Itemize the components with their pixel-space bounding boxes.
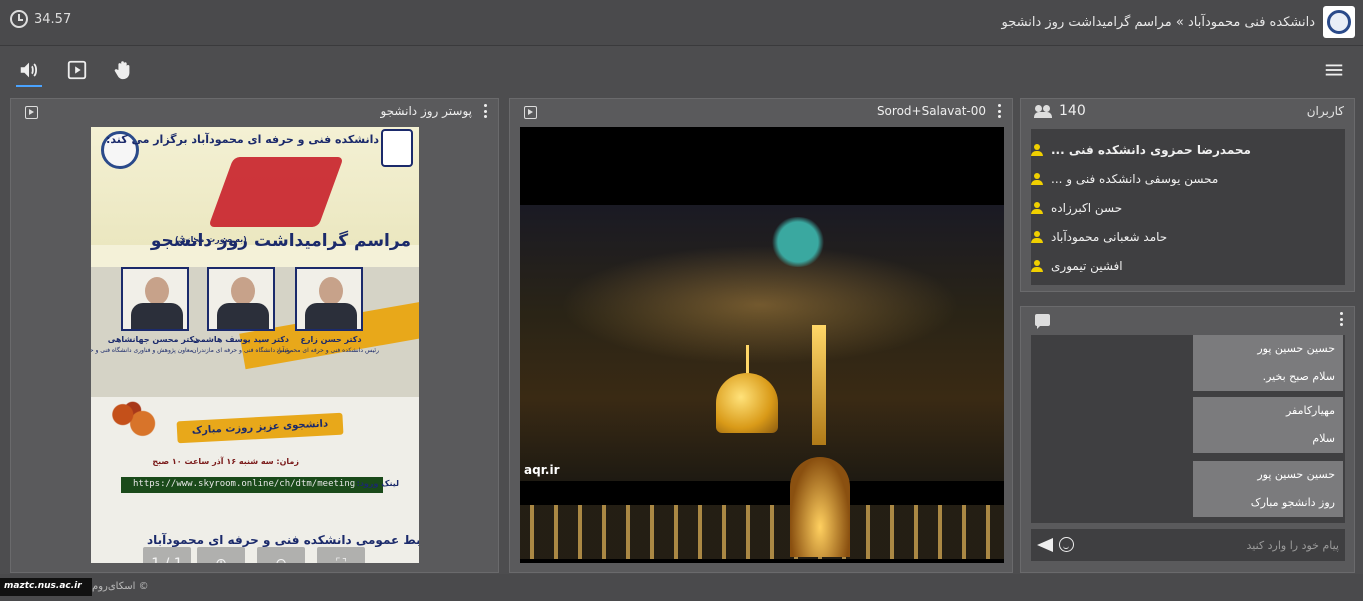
list-item[interactable]: حسن اکبرزاده: [1031, 193, 1345, 222]
poster-panel-header: پوستر روز دانشجو: [11, 99, 498, 125]
message-sender: حسین حسین پور: [1257, 468, 1335, 481]
message-text: سلام صبح بخیر.: [1262, 370, 1335, 383]
poster-event-title: مراسم گرامیداشت روز دانشجو: [150, 231, 411, 251]
more-options-icon[interactable]: [996, 104, 1002, 118]
video-panel: Sorod+Salavat-00 aqr.ir: [509, 98, 1013, 573]
menu-icon[interactable]: [1323, 59, 1345, 81]
user-icon: [1031, 201, 1043, 214]
user-name: افشین تیموری: [1051, 258, 1123, 273]
more-options-icon[interactable]: [482, 104, 488, 118]
users-panel: 140 کاربران محمدرضا حمزوی دانشکده فنی ..…: [1020, 98, 1355, 292]
speaker-role: معاون پژوهش و فناوری دانشگاه فنی و حرفه …: [91, 347, 193, 354]
speaker-name: دکتر حسن زارع: [300, 335, 362, 344]
user-icon: [1031, 230, 1043, 243]
clock-icon: [10, 10, 28, 28]
footer-text: اسکای‌روم ©: [92, 581, 149, 592]
room-title: دانشکده فنی محمودآباد » مراسم گرامیداشت …: [1001, 14, 1315, 30]
message-text: سلام: [1312, 432, 1335, 445]
poster-time: زمان: سه شنبه ۱۶ آذر ساعت ۱۰ صبح: [152, 457, 299, 466]
timer-value: 34.57: [34, 11, 72, 27]
zoom-out-button[interactable]: ⊖: [257, 547, 305, 563]
poster-panel-title: پوستر روز دانشجو: [380, 104, 472, 118]
bottom-bar: maztc.nus.ac.ir اسکای‌روم ©: [0, 574, 1363, 601]
video-panel-title: Sorod+Salavat-00: [876, 104, 986, 118]
speaker-photo: [207, 267, 275, 331]
autumn-leaves-graphic: [103, 397, 169, 441]
user-name: حامد شعبانی محمودآباد: [1051, 229, 1168, 244]
speaker-name: دکتر سید یوسف هاشمی: [192, 335, 289, 344]
speaker-icon[interactable]: [18, 59, 40, 81]
university-logo: [1323, 6, 1355, 38]
list-item[interactable]: محمدرضا حمزوی دانشکده فنی ...: [1031, 135, 1345, 164]
poster-footer: روابط عمومی دانشکده فنی و حرفه ای محمودآ…: [147, 533, 419, 547]
video-panel-header: Sorod+Salavat-00: [510, 99, 1012, 125]
play-icon[interactable]: [66, 59, 88, 81]
message-sender: مهیارکامفر: [1285, 404, 1335, 417]
speaker-active-indicator: [16, 85, 42, 87]
chat-messages: حسین حسین پور سلام صبح بخیر. مهیارکامفر …: [1031, 335, 1345, 523]
poster-panel: پوستر روز دانشجو دانشکده فنی و حرفه ای م…: [10, 98, 499, 573]
user-name: حسن اکبرزاده: [1051, 200, 1123, 215]
list-item[interactable]: افشین تیموری: [1031, 251, 1345, 280]
poster-image: دانشکده فنی و حرفه ای محمودآباد برگزار م…: [91, 127, 419, 563]
speaker-photo: [295, 267, 363, 331]
site-brand: maztc.nus.ac.ir: [0, 578, 92, 596]
users-count-value: 140: [1059, 103, 1086, 119]
speaker-role: رئیس دانشگاه فنی و حرفه ای مازندران: [192, 347, 291, 354]
chat-message: حسین حسین پور سلام صبح بخیر.: [1193, 335, 1343, 391]
users-panel-title: کاربران: [1306, 104, 1344, 118]
poster-link: https://www.skyroom.online/ch/dtm/meetin…: [133, 479, 356, 489]
zoom-in-button[interactable]: ⊕: [197, 547, 245, 563]
list-item[interactable]: محسن یوسفی دانشکده فنی و ...: [1031, 164, 1345, 193]
chat-message: مهیارکامفر سلام: [1193, 397, 1343, 453]
speaker-photo: [121, 267, 189, 331]
video-watermark: aqr.ir: [524, 463, 560, 477]
people-icon: [1034, 105, 1053, 118]
media-icon[interactable]: [524, 106, 537, 119]
chat-message: حسین حسین پور روز دانشجو مبارک: [1193, 461, 1343, 517]
speaker-role: رئیس دانشکده فنی و حرفه ای محمودآباد: [276, 347, 379, 354]
user-name: محسن یوسفی دانشکده فنی و ...: [1051, 171, 1219, 186]
poster-link-label: لینک ورود:: [356, 479, 399, 488]
golden-arch: [790, 457, 850, 557]
more-options-icon[interactable]: [1338, 312, 1344, 326]
toolbar: [0, 47, 1363, 95]
golden-dome: [716, 373, 778, 433]
video-player[interactable]: aqr.ir: [520, 127, 1004, 563]
page-indicator: 1 / 1: [143, 547, 191, 563]
session-timer: 34.57: [10, 10, 71, 28]
top-bar: 34.57 دانشکده فنی محمودآباد » مراسم گرام…: [0, 0, 1363, 46]
chat-input-bar: [1031, 529, 1345, 561]
poster-heading: دانشکده فنی و حرفه ای محمودآباد برگزار م…: [105, 133, 379, 146]
message-sender: حسین حسین پور: [1257, 342, 1335, 355]
chat-icon: [1035, 314, 1050, 329]
user-icon: [1031, 172, 1043, 185]
user-name: محمدرضا حمزوی دانشکده فنی ...: [1051, 142, 1251, 157]
fullscreen-button[interactable]: ⛶: [317, 547, 365, 563]
media-icon[interactable]: [25, 106, 38, 119]
users-list: محمدرضا حمزوی دانشکده فنی ... محسن یوسفی…: [1031, 129, 1345, 285]
hand-icon[interactable]: [112, 59, 134, 81]
shrine-night-image: [520, 205, 1004, 559]
speaker-name: دکتر محسن جهانشاهی: [107, 335, 199, 344]
users-count: 140: [1034, 103, 1086, 119]
send-icon[interactable]: [1037, 538, 1053, 552]
user-icon: [1031, 143, 1043, 156]
message-text: روز دانشجو مبارک: [1250, 496, 1335, 509]
room-title-area: دانشکده فنی محمودآباد » مراسم گرامیداشت …: [1002, 6, 1355, 38]
poster-tvu-emblem: [381, 129, 413, 167]
minaret: [812, 325, 826, 445]
list-item[interactable]: حامد شعبانی محمودآباد: [1031, 222, 1345, 251]
user-icon: [1031, 259, 1043, 272]
chat-input[interactable]: [1119, 535, 1339, 555]
emoji-icon[interactable]: [1059, 537, 1074, 552]
poster-virtual-note: (به صورت مجازی): [175, 235, 247, 244]
chat-panel: حسین حسین پور سلام صبح بخیر. مهیارکامفر …: [1020, 306, 1355, 573]
